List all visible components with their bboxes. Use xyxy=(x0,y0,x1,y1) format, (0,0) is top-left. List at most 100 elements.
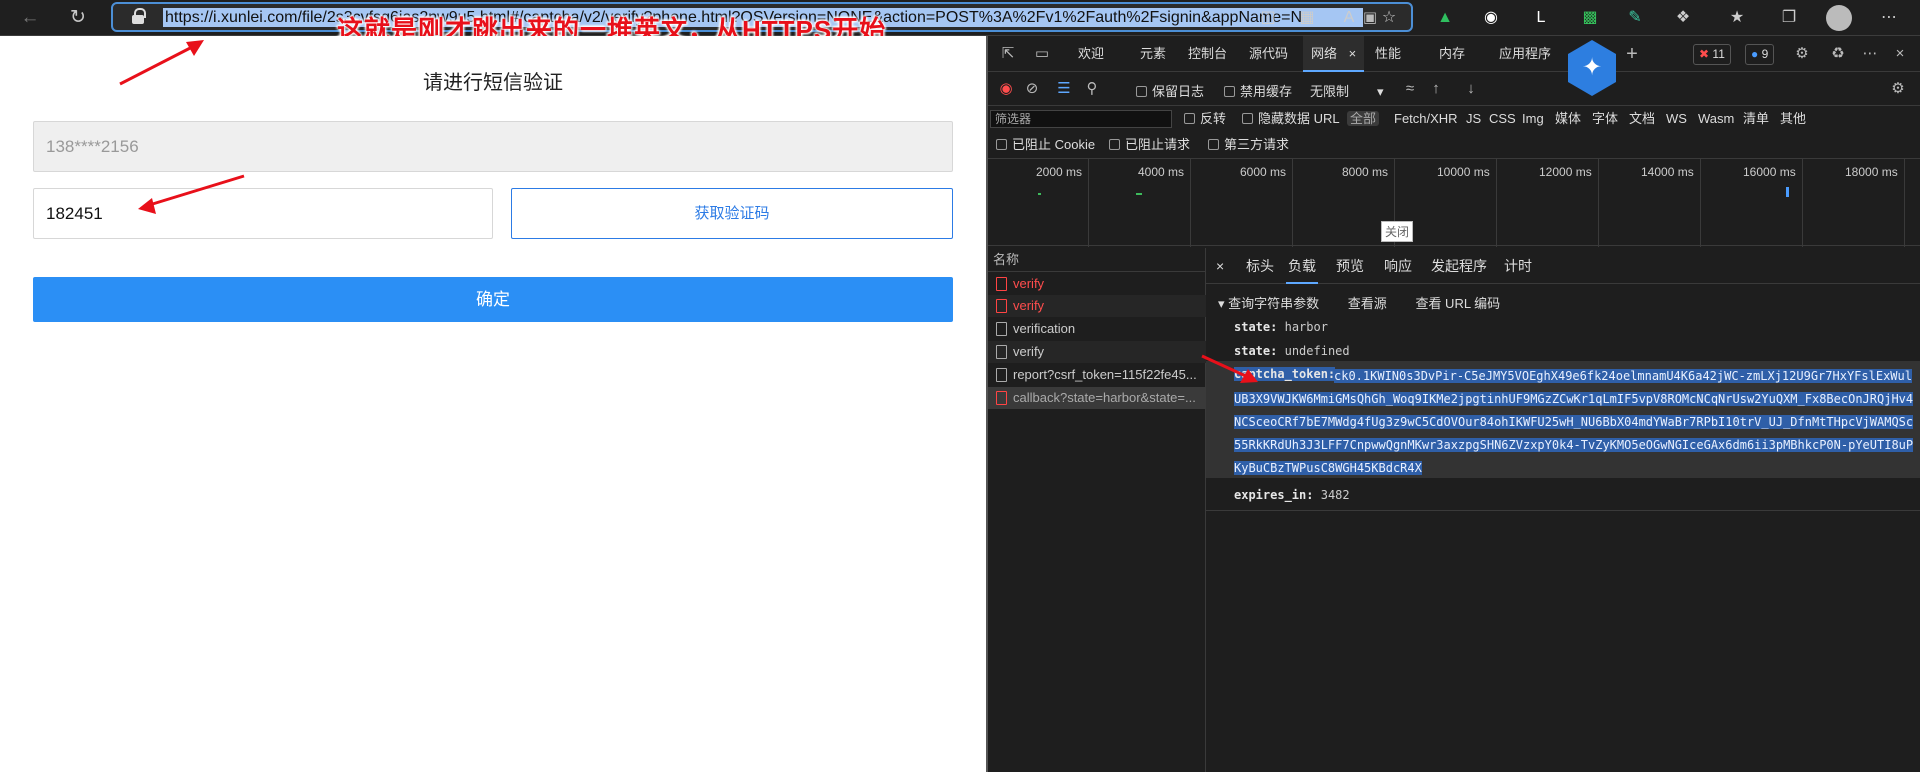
network-settings-icon[interactable]: ⚙ xyxy=(1886,77,1910,101)
timeline-tick-label: 2000 ms xyxy=(1036,165,1083,179)
query-string-section[interactable]: ▾ 查询字符串参数 查看源 查看 URL 编码 xyxy=(1218,293,1500,312)
triangle-down-icon: ▾ xyxy=(1218,296,1225,311)
tab-timing[interactable]: 计时 xyxy=(1504,248,1532,284)
settings-gear-icon[interactable]: ⚙ xyxy=(1790,42,1814,66)
confirm-button[interactable]: 确定 xyxy=(33,277,953,322)
more-options-icon[interactable]: ⋯ xyxy=(1858,42,1882,66)
type-filter-all[interactable]: 全部 xyxy=(1347,108,1380,130)
record-icon[interactable]: ◉ xyxy=(994,77,1018,101)
add-tab-icon[interactable]: + xyxy=(1620,42,1644,66)
filter-input[interactable]: 筛选器 xyxy=(990,110,1172,128)
close-devtools-icon[interactable]: × xyxy=(1888,42,1912,66)
browser-toolbar: ← ↻ https://i.xunlei.com/file/2s3cvfsq6i… xyxy=(0,0,1920,36)
blocked-requests-checkbox[interactable]: 已阻止请求 xyxy=(1109,134,1190,156)
export-har-icon[interactable]: ↓ xyxy=(1459,77,1483,101)
third-party-checkbox[interactable]: 第三方请求 xyxy=(1208,134,1289,156)
tab-elements[interactable]: 元素 xyxy=(1140,36,1166,72)
name-column-header[interactable]: 名称 xyxy=(988,248,1206,272)
timeline-tick-label: 12000 ms xyxy=(1539,165,1592,179)
tab-network[interactable]: 网络 × xyxy=(1303,36,1365,72)
blocked-cookie-checkbox[interactable]: 已阻止 Cookie xyxy=(996,134,1095,156)
read-aloud-icon[interactable]: A xyxy=(1336,5,1362,31)
error-count-badge[interactable]: ✖ 11 xyxy=(1693,44,1731,65)
throttling-select[interactable]: 无限制 ▾ xyxy=(1310,81,1384,100)
view-url-encoded-link[interactable]: 查看 URL 编码 xyxy=(1415,296,1500,311)
tab-sources[interactable]: 源代码 xyxy=(1249,36,1288,72)
captcha-token-row[interactable]: captcha_token: ck0.1KWIN0s3DvPir-C5eJMY5… xyxy=(1206,361,1920,478)
extensions-puzzle-icon[interactable]: ❖ xyxy=(1670,5,1696,31)
extension-icon-3[interactable]: ▩ xyxy=(1577,5,1603,31)
invert-checkbox[interactable]: 反转 xyxy=(1184,108,1226,130)
network-conditions-icon[interactable]: ≈ xyxy=(1398,77,1422,101)
close-tooltip[interactable]: 关闭 xyxy=(1381,221,1414,242)
disable-cache-checkbox[interactable]: 禁用缓存 xyxy=(1224,81,1292,100)
request-name: verify xyxy=(1013,298,1045,313)
device-toggle-icon[interactable]: ▭ xyxy=(1030,42,1054,66)
tab-console[interactable]: 控制台 xyxy=(1188,36,1227,72)
type-filter-xhr[interactable]: Fetch/XHR xyxy=(1394,108,1458,130)
customize-icon[interactable]: ♻ xyxy=(1826,42,1850,66)
request-row[interactable]: verify xyxy=(988,341,1206,363)
request-row[interactable]: verify xyxy=(988,273,1206,295)
type-filter-js[interactable]: JS xyxy=(1466,108,1481,130)
profile-avatar-icon[interactable] xyxy=(1826,5,1852,31)
get-code-button[interactable]: 获取验证码 xyxy=(511,188,953,239)
verification-code-input[interactable]: 182451 xyxy=(33,188,493,239)
filter-icon[interactable]: ☰ xyxy=(1052,77,1076,101)
request-name: verification xyxy=(1013,321,1076,336)
preserve-log-checkbox[interactable]: 保留日志 xyxy=(1136,81,1204,100)
type-filter-font[interactable]: 字体 xyxy=(1592,108,1618,130)
close-detail-icon[interactable]: × xyxy=(1216,248,1224,284)
hide-data-url-checkbox[interactable]: 隐藏数据 URL xyxy=(1242,108,1340,130)
tab-welcome[interactable]: 欢迎 xyxy=(1078,36,1104,72)
more-menu-icon[interactable]: ⋯ xyxy=(1876,5,1902,31)
tab-headers[interactable]: 标头 xyxy=(1246,248,1274,284)
blocked-requests-label: 已阻止请求 xyxy=(1125,137,1191,152)
edit-extension-icon[interactable]: ✎ xyxy=(1622,5,1648,31)
checkbox-icon xyxy=(996,139,1007,150)
refresh-icon[interactable]: ↻ xyxy=(64,4,92,32)
import-har-icon[interactable]: ↑ xyxy=(1424,77,1448,101)
favorite-add-icon[interactable]: ☆ xyxy=(1376,5,1402,31)
clear-icon[interactable]: ⊘ xyxy=(1020,77,1044,101)
search-icon[interactable]: ⚲ xyxy=(1080,77,1104,101)
type-filter-doc[interactable]: 文档 xyxy=(1629,108,1655,130)
tab-response[interactable]: 响应 xyxy=(1384,248,1412,284)
checkbox-icon xyxy=(1208,139,1219,150)
network-timeline-overview[interactable]: 2000 ms 4000 ms 6000 ms 8000 ms 10000 ms… xyxy=(988,158,1920,247)
message-count-badge[interactable]: ● 9 xyxy=(1745,44,1775,65)
extension-icon-1[interactable]: ◉ xyxy=(1478,5,1504,31)
timeline-request-mark xyxy=(1038,193,1041,195)
type-filter-css[interactable]: CSS xyxy=(1489,108,1516,130)
view-source-link[interactable]: 查看源 xyxy=(1348,296,1387,311)
extension-icon-2[interactable]: L xyxy=(1528,5,1554,31)
back-icon[interactable]: ← xyxy=(16,4,44,32)
request-row-selected[interactable]: callback?state=harbor&state=... xyxy=(988,387,1206,409)
type-filter-img[interactable]: Img xyxy=(1522,108,1544,130)
apps-icon[interactable]: ▦ xyxy=(1294,5,1320,31)
type-filter-wasm[interactable]: Wasm xyxy=(1698,108,1734,130)
type-filter-manifest[interactable]: 清单 xyxy=(1743,108,1769,130)
favorites-icon[interactable]: ★ xyxy=(1724,5,1750,31)
tab-initiator[interactable]: 发起程序 xyxy=(1431,248,1487,284)
type-filter-media[interactable]: 媒体 xyxy=(1555,108,1581,130)
checkbox-icon xyxy=(1242,113,1253,124)
chevron-down-icon: ▾ xyxy=(1377,84,1384,99)
tab-performance[interactable]: 性能 xyxy=(1375,36,1401,72)
type-filter-ws[interactable]: WS xyxy=(1666,108,1687,130)
tab-application[interactable]: 应用程序 xyxy=(1499,36,1551,72)
captcha-token-value[interactable]: ck0.1KWIN0s3DvPir-C5eJMY5VOEghX49e6fk24o… xyxy=(1234,365,1914,480)
tab-payload[interactable]: 负载 xyxy=(1286,248,1318,284)
type-filter-other[interactable]: 其他 xyxy=(1780,108,1806,130)
inspect-icon[interactable]: ⇱ xyxy=(996,42,1020,66)
phone-field[interactable]: 138****2156 xyxy=(33,121,953,172)
close-icon[interactable]: × xyxy=(1349,46,1357,61)
request-row[interactable]: verification xyxy=(988,318,1206,340)
request-row[interactable]: verify xyxy=(988,295,1206,317)
request-row[interactable]: report?csrf_token=115f22fe45... xyxy=(988,364,1206,386)
collections-icon[interactable]: ❐ xyxy=(1776,5,1802,31)
shield-extension-icon[interactable]: ▲ xyxy=(1432,5,1458,31)
tab-preview[interactable]: 预览 xyxy=(1336,248,1364,284)
split-screen-icon[interactable]: ◫ xyxy=(1255,5,1281,31)
tab-memory[interactable]: 内存 xyxy=(1439,36,1465,72)
